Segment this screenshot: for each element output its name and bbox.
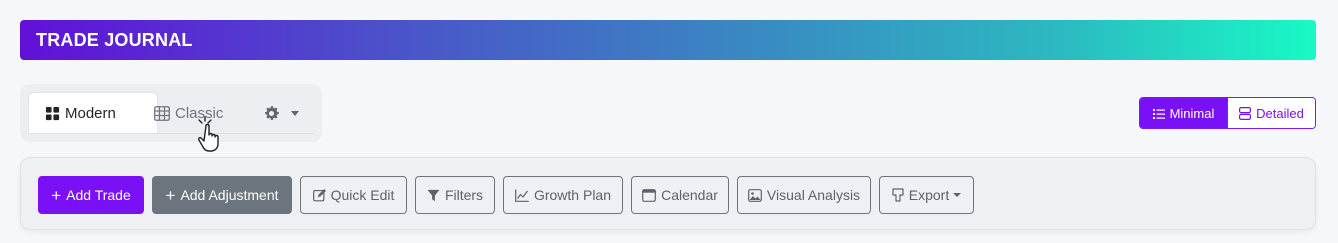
display-mode-toggle: Minimal Detailed bbox=[1139, 97, 1316, 129]
line-chart-icon bbox=[515, 189, 529, 202]
export-dropdown-button[interactable]: Export bbox=[879, 176, 974, 214]
filters-button[interactable]: Filters bbox=[415, 176, 495, 214]
settings-dropdown[interactable] bbox=[263, 92, 303, 134]
growth-plan-button[interactable]: Growth Plan bbox=[503, 176, 623, 214]
visual-analysis-label: Visual Analysis bbox=[766, 187, 861, 203]
quick-edit-label: Quick Edit bbox=[330, 187, 395, 203]
action-toolbar: + Add Trade + Add Adjustment Quick Edit … bbox=[20, 157, 1316, 230]
detailed-label: Detailed bbox=[1256, 105, 1304, 121]
add-trade-button[interactable]: + Add Trade bbox=[38, 176, 144, 214]
stacked-rows-icon bbox=[1239, 106, 1252, 120]
image-icon bbox=[748, 188, 762, 202]
download-icon bbox=[892, 188, 904, 202]
plus-icon: + bbox=[165, 185, 176, 205]
calendar-label: Calendar bbox=[661, 187, 718, 203]
minimal-view-button[interactable]: Minimal bbox=[1140, 98, 1227, 128]
detailed-view-button[interactable]: Detailed bbox=[1227, 98, 1315, 128]
page-title: TRADE JOURNAL bbox=[36, 29, 193, 50]
title-banner: TRADE JOURNAL bbox=[20, 20, 1316, 60]
hand-pointer-icon bbox=[198, 116, 219, 152]
add-adjustment-button[interactable]: + Add Adjustment bbox=[152, 176, 292, 214]
quick-edit-button[interactable]: Quick Edit bbox=[300, 176, 407, 214]
growth-plan-label: Growth Plan bbox=[533, 187, 612, 203]
add-trade-label: Add Trade bbox=[66, 187, 131, 203]
add-adjustment-label: Add Adjustment bbox=[180, 187, 279, 203]
calendar-button[interactable]: Calendar bbox=[631, 176, 729, 214]
tab-divider bbox=[28, 133, 314, 134]
list-icon bbox=[1152, 108, 1165, 119]
grid-icon bbox=[45, 106, 60, 121]
chevron-down-icon bbox=[953, 193, 962, 197]
view-tabs: Modern Classic bbox=[20, 84, 322, 142]
tab-modern-label: Modern bbox=[65, 105, 116, 122]
edit-icon bbox=[312, 188, 326, 201]
visual-analysis-button[interactable]: Visual Analysis bbox=[737, 176, 871, 214]
tab-modern[interactable]: Modern bbox=[28, 92, 158, 134]
chevron-down-icon bbox=[291, 110, 299, 116]
filters-label: Filters bbox=[444, 187, 484, 203]
funnel-icon bbox=[427, 189, 440, 201]
export-label: Export bbox=[908, 187, 950, 203]
minimal-label: Minimal bbox=[1169, 105, 1215, 121]
plus-icon: + bbox=[51, 185, 62, 205]
calendar-icon bbox=[642, 189, 656, 202]
table-icon bbox=[154, 105, 170, 121]
gear-icon bbox=[265, 105, 279, 120]
